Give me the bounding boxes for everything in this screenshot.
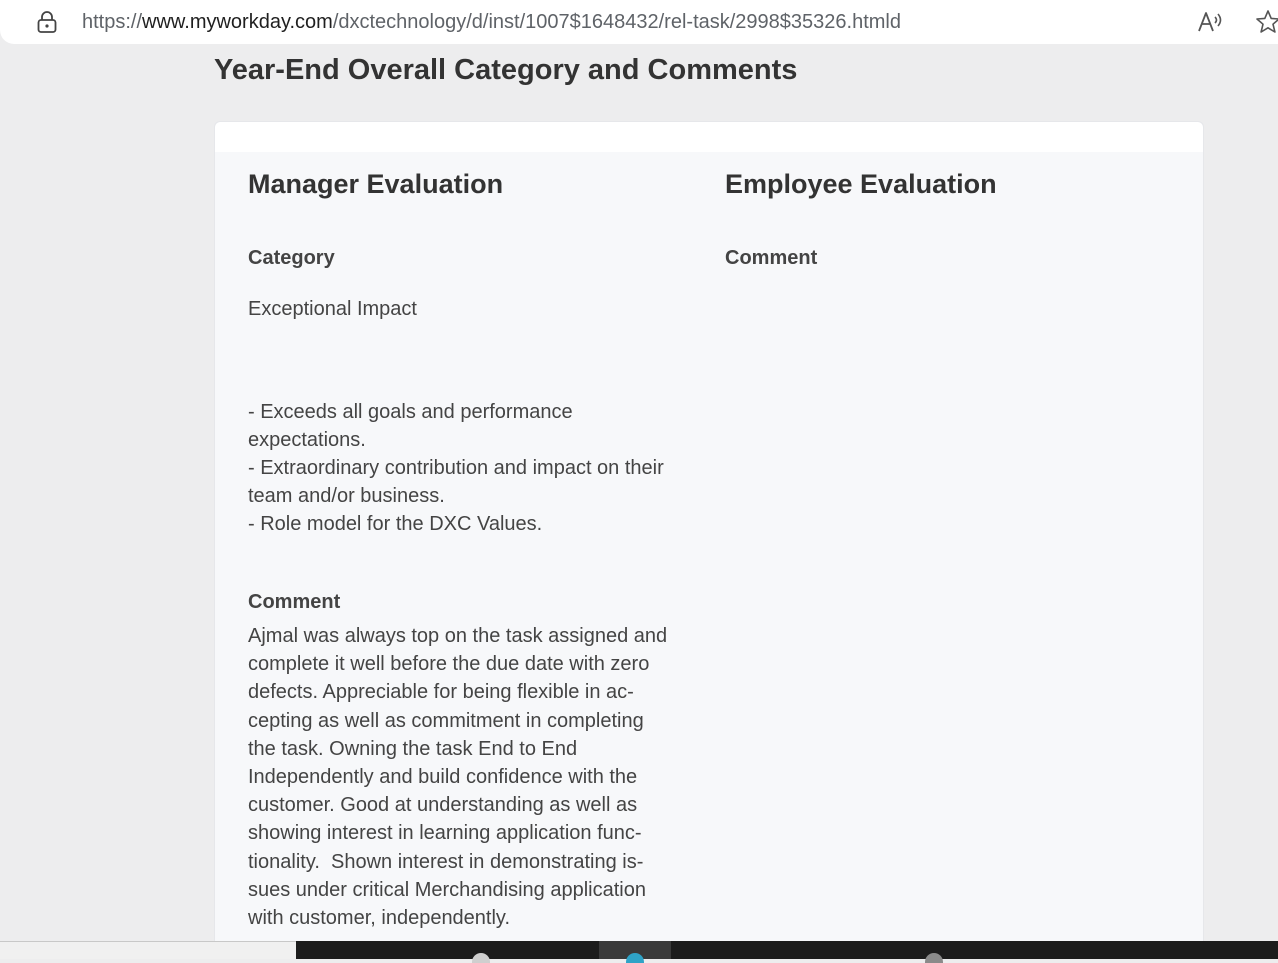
manager-comment-label: Comment bbox=[248, 591, 341, 613]
read-aloud-icon[interactable] bbox=[1196, 9, 1224, 35]
comment-line: cepting as well as commitment in complet… bbox=[248, 709, 644, 732]
category-description-line: - Exceeds all goals and performance bbox=[248, 401, 573, 423]
taskbar-search-area[interactable] bbox=[0, 941, 296, 959]
comment-line: defects. Appreciable for being flexible … bbox=[248, 681, 634, 704]
category-description-line: - Role model for the DXC Values. bbox=[248, 513, 543, 535]
comment-line: Independently and build confidence with … bbox=[248, 766, 638, 789]
manager-evaluation-title: Manager Evaluation bbox=[248, 169, 504, 199]
comment-line: complete it well before the due date wit… bbox=[248, 653, 650, 676]
url-path: /dxctechnology/d/inst/1007$1648432/rel-t… bbox=[332, 11, 901, 33]
category-description-line: team and/or business. bbox=[248, 485, 445, 507]
evaluation-card: Manager Evaluation Category Exceptional … bbox=[214, 121, 1204, 951]
category-description-line: - Extraordinary contribution and impact … bbox=[248, 457, 664, 479]
category-value: Exceptional Impact bbox=[248, 298, 417, 320]
folder-icon[interactable] bbox=[472, 953, 490, 963]
lock-icon[interactable] bbox=[36, 10, 58, 34]
comment-line: sues under critical Merchandising applic… bbox=[248, 878, 646, 901]
comment-line: Ajmal was always top on the task assigne… bbox=[248, 625, 668, 647]
taskbar bbox=[0, 941, 1278, 963]
category-label: Category bbox=[248, 247, 335, 269]
employee-comment-label: Comment bbox=[725, 247, 818, 269]
star-icon[interactable] bbox=[1254, 8, 1278, 36]
url-prefix: https:// bbox=[82, 11, 143, 33]
browser-icon[interactable] bbox=[626, 953, 644, 963]
category-description-line: expectations. bbox=[248, 429, 366, 451]
app-icon[interactable] bbox=[925, 953, 943, 963]
comment-line: the task. Owning the task End to End bbox=[248, 737, 578, 760]
comment-line: with customer, independently. bbox=[248, 907, 511, 930]
manager-comment-text: Ajmal was always top on the task assigne… bbox=[248, 622, 698, 932]
employee-evaluation-title: Employee Evaluation bbox=[725, 169, 997, 199]
comment-line: tionality. Shown interest in demonstrati… bbox=[248, 850, 644, 873]
url-text[interactable]: https://www.myworkday.com/dxctechnology/… bbox=[82, 10, 901, 34]
category-description: - Exceeds all goals and performance expe… bbox=[248, 398, 698, 538]
section-title: Year-End Overall Category and Comments bbox=[214, 54, 798, 86]
browser-address-bar[interactable]: https://www.myworkday.com/dxctechnology/… bbox=[0, 0, 1278, 44]
url-host: www.myworkday.com bbox=[142, 11, 333, 33]
card-header-band bbox=[215, 122, 1203, 152]
comment-line: customer. Good at understanding as well … bbox=[248, 794, 638, 817]
taskbar-active-app[interactable] bbox=[599, 941, 671, 963]
comment-line: showing interest in learning application… bbox=[248, 822, 642, 845]
